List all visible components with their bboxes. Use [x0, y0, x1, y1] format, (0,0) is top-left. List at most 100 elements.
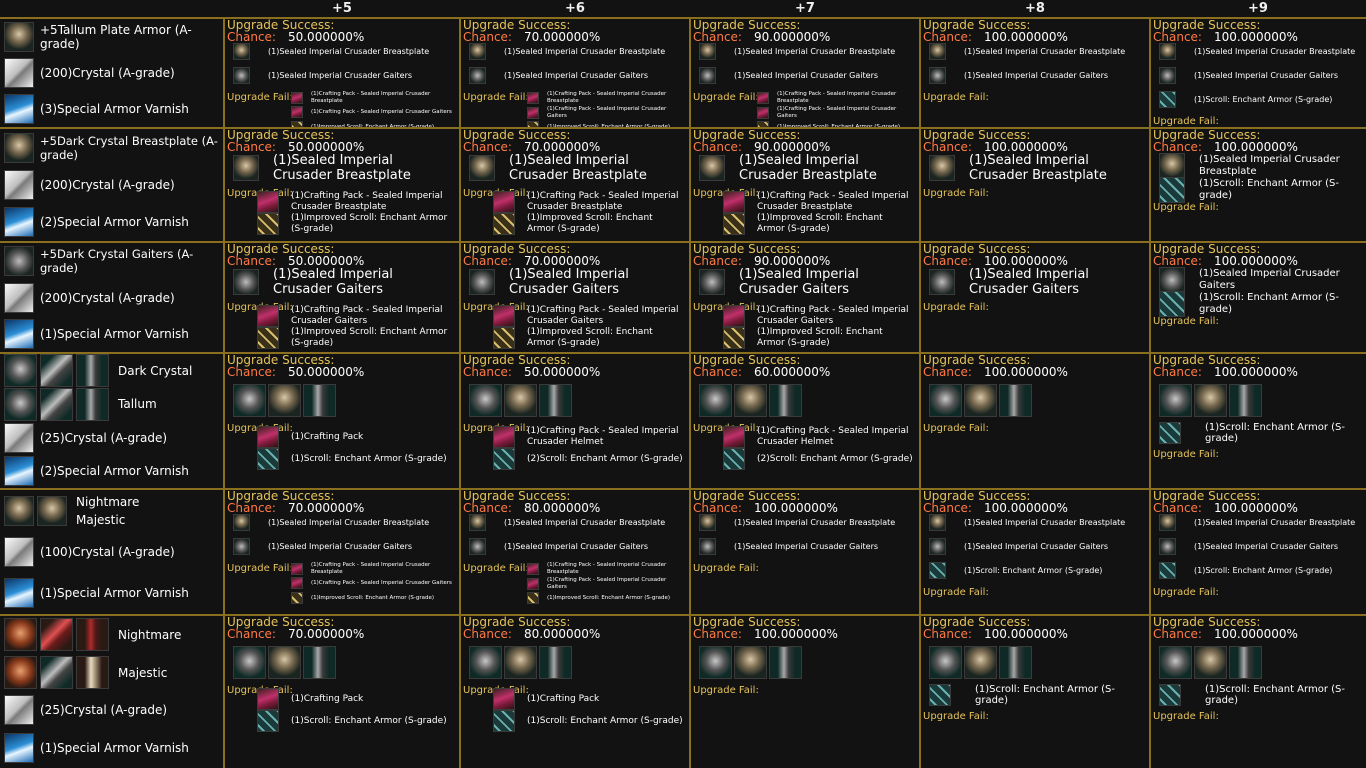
sealed-imperial-crusader-gauntlets-icon: [734, 384, 767, 417]
majestic-boots-icon: [76, 656, 109, 690]
upgrade-result-cell: Upgrade Success: Chance: 100.000000% (1)Sea…: [923, 19, 1147, 127]
chance-row: Chance: 100.000000%: [1153, 255, 1363, 267]
crafting-pack-icon: [493, 191, 515, 213]
ingredient-item: +5Tallum Plate Armor (A-grade): [4, 22, 220, 52]
chance-label: Chance:: [693, 254, 742, 268]
sealed-imperial-crusader-helmet-icon: [469, 646, 502, 679]
fail-item: (1)Improved Scroll: Enchant Armor (S-gra…: [257, 213, 453, 235]
ingredient-label-group: Nightmare: [118, 628, 181, 642]
fail-item: (1)Crafting Pack - Sealed Imperial Crusa…: [291, 91, 455, 105]
ingredient-item: +5Dark Crystal Breastplate (A-grade): [4, 132, 220, 163]
result-armor-set: [699, 384, 804, 417]
result-item: (1)Sealed Imperial Crusader Breastplate: [1159, 514, 1357, 531]
result-item-label: (1)Sealed Imperial Crusader Breastplate: [739, 153, 877, 183]
ingredient-item: (1)Special Armor Varnish: [4, 578, 189, 609]
sealed-imperial-crusader-helmet-icon: [233, 384, 266, 417]
chance-row: Chance: 70.000000%: [227, 628, 457, 640]
column-header-6: +6: [565, 1, 585, 16]
chance-label: Chance:: [1153, 254, 1202, 268]
fail-item: (1)Improved Scroll: Enchant Armor (S-gra…: [527, 592, 685, 604]
fail-item-label: (1)Crafting Pack: [291, 431, 364, 442]
upgrade-result-cell: Upgrade Success: Chance: 100.000000% (1)Sea…: [923, 243, 1147, 352]
crafting-pack-icon: [723, 191, 745, 213]
chance-label: Chance:: [693, 140, 742, 154]
crafting-pack-icon: [723, 305, 745, 327]
sealed-imperial-crusader-helmet-icon: [1159, 646, 1192, 679]
scroll-enchant-armor-icon: [1159, 684, 1181, 706]
fail-item-label: (1)Improved Scroll: Enchant Armor (S-gra…: [757, 327, 883, 348]
sealed-imperial-crusader-boots-icon: [769, 384, 802, 417]
ingredient-item: Majestic: [4, 656, 167, 690]
result-item: (1)Scroll: Enchant Armor (S-grade): [1159, 177, 1357, 203]
result-item-label: (1)Scroll: Enchant Armor (S-grade): [964, 565, 1103, 575]
chance-value: 80.000000%: [523, 501, 601, 515]
chance-row: Chance: 100.000000%: [1153, 31, 1363, 43]
chance-label: Chance:: [923, 627, 972, 641]
upgrade-result-cell: Upgrade Success: Chance: 90.000000% (1)Seal…: [693, 129, 917, 241]
upgrade-fail-label: Upgrade Fail:: [1153, 116, 1219, 127]
result-item: (1)Sealed Imperial Crusader Gaiters: [699, 267, 911, 297]
result-item-label: (1)Sealed Imperial Crusader Gaiters: [268, 70, 413, 80]
chance-label: Chance:: [923, 30, 972, 44]
result-item-label: (1)Sealed Imperial Crusader Gaiters: [734, 541, 879, 551]
ingredient-label: (200)Crystal (A-grade): [40, 178, 175, 192]
chance-label: Chance:: [227, 627, 276, 641]
ingredient-item: (1)Special Armor Varnish: [4, 733, 189, 764]
crafting-pack-icon: [493, 688, 515, 710]
ingredient-cell: +5Tallum Plate Armor (A-grade) (200)Cryst…: [2, 19, 222, 127]
sealed-imperial-crusader-boots-icon: [539, 646, 572, 679]
result-item: (1)Sealed Imperial Crusader Breastplate: [1159, 43, 1357, 60]
fail-item-label: (1)Crafting Pack - Sealed Imperial Crusa…: [311, 108, 452, 115]
chance-row: Chance: 100.000000%: [1153, 502, 1363, 514]
upgrade-fail-label: Upgrade Fail:: [1153, 449, 1219, 460]
ingredient-item: (25)Crystal (A-grade): [4, 422, 167, 453]
sealed-imperial-crusader-gaiters-icon: [469, 538, 486, 555]
result-item: (1)Sealed Imperial Crusader Breastplate: [469, 43, 681, 60]
result-item: (1)Sealed Imperial Crusader Gaiters: [1159, 267, 1357, 293]
chance-value: 100.000000%: [753, 501, 838, 515]
fail-item: (1)Crafting Pack - Sealed Imperial Crusa…: [291, 577, 455, 589]
special-armor-varnish-icon: [4, 94, 34, 124]
fail-item-label: (1)Crafting Pack - Sealed Imperial Crusa…: [777, 91, 897, 104]
chance-value: 100.000000%: [1213, 140, 1298, 154]
crafting-pack-icon: [291, 563, 303, 575]
result-item: (1)Sealed Imperial Crusader Gaiters: [469, 67, 681, 84]
chance-label: Chance:: [693, 627, 742, 641]
chance-value: 60.000000%: [753, 365, 831, 379]
fail-item-label: (1)Crafting Pack - Sealed Imperial Crusa…: [311, 579, 452, 586]
upgrade-result-cell: Upgrade Success: Chance: 100.000000% (1)Sea…: [1153, 243, 1363, 352]
ingredient-label: (1)Special Armor Varnish: [40, 741, 189, 756]
fail-item: (1)Crafting Pack - Sealed Imperial Crusa…: [527, 106, 685, 120]
chance-label: Chance:: [227, 254, 276, 268]
fail-item-label: (1)Crafting Pack - Sealed Imperial Crusa…: [527, 305, 679, 326]
result-armor-set: [699, 646, 804, 679]
result-item-label: (1)Scroll: Enchant Armor (S-grade): [1205, 684, 1345, 706]
chance-row: Chance: 90.000000%: [693, 141, 917, 153]
result-item: (1)Sealed Imperial Crusader Breastplate: [469, 153, 681, 183]
sealed-imperial-crusader-gaiters-icon: [1159, 538, 1176, 555]
chance-row: Chance: 50.000000%: [227, 31, 457, 43]
upgrade-result-cell: Upgrade Success: Chance: 50.000000% Upgrade…: [227, 354, 457, 488]
chance-value: 70.000000%: [523, 30, 601, 44]
result-item: (1)Sealed Imperial Crusader Breastplate: [699, 514, 911, 531]
column-divider: [689, 18, 691, 768]
upgrade-result-cell: Upgrade Success: Chance: 100.000000% (1)Sea…: [923, 490, 1147, 614]
upgrade-result-cell: Upgrade Success: Chance: 50.000000% (1)Seal…: [227, 243, 457, 352]
chance-value: 100.000000%: [983, 140, 1068, 154]
chance-row: Chance: 100.000000%: [923, 628, 1147, 640]
upgrade-result-cell: Upgrade Success: Chance: 70.000000% (1)Seal…: [227, 490, 457, 614]
fail-item: (1)Crafting Pack - Sealed Imperial Crusa…: [723, 426, 913, 448]
sealed-imperial-crusader-helmet-icon: [699, 646, 732, 679]
upgrade-result-cell: Upgrade Success: Chance: 50.000000% (1)Seal…: [227, 129, 457, 241]
sealed-imperial-crusader-gauntlets-icon: [964, 384, 997, 417]
tallum-boots-icon: [76, 387, 109, 421]
sealed-imperial-crusader-gaiters-icon: [1159, 267, 1185, 293]
column-divider: [1149, 18, 1151, 768]
column-divider: [223, 18, 225, 768]
upgrade-fail-label: Upgrade Fail:: [693, 563, 759, 574]
upgrade-fail-label: Upgrade Fail:: [923, 188, 989, 199]
chance-row: Chance: 100.000000%: [923, 502, 1147, 514]
chance-value: 100.000000%: [1213, 501, 1298, 515]
tallum-plate-armor-icon: [4, 22, 34, 52]
result-item-label: (1)Sealed Imperial Crusader Breastplate: [1194, 46, 1356, 56]
